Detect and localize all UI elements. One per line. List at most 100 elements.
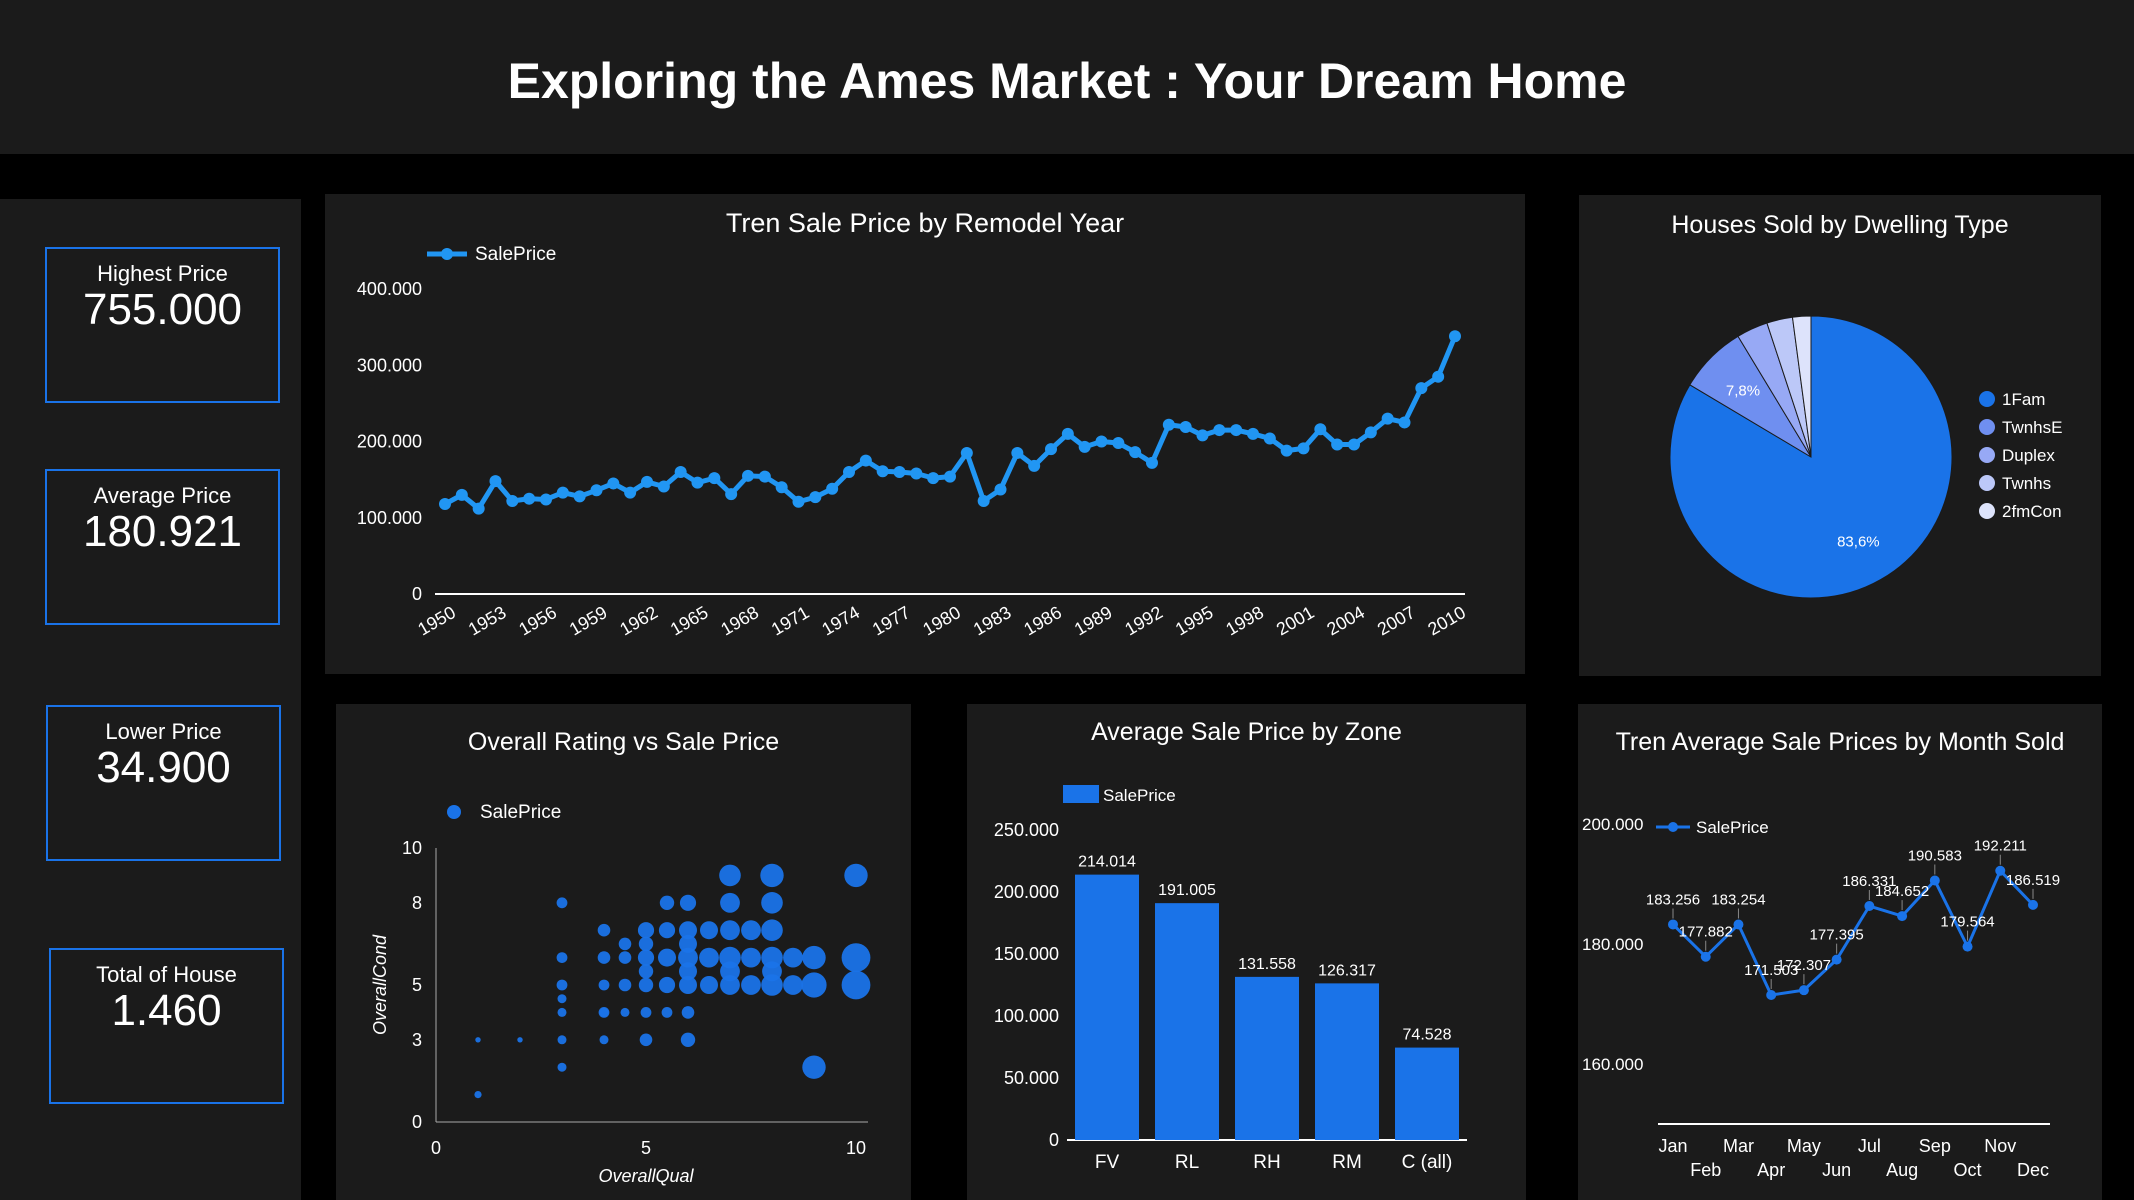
data-point <box>1061 427 1074 440</box>
data-point <box>474 1091 482 1099</box>
data-point <box>700 921 718 940</box>
legend-label: 1Fam <box>2002 390 2045 409</box>
kpi-value: 755.000 <box>82 285 243 334</box>
x-tick-label: 1995 <box>1172 602 1217 639</box>
x-tick-label: 10 <box>846 1138 866 1158</box>
data-point <box>809 491 822 504</box>
data-label: 179.564 <box>1940 914 1994 931</box>
data-point <box>801 972 827 998</box>
bar-value-label: 214.014 <box>1078 854 1136 871</box>
month-chart-panel: Tren Average Sale Prices by Month Sold 1… <box>1578 704 2102 1200</box>
data-point <box>679 934 697 953</box>
data-point <box>844 863 868 888</box>
y-tick-label: 10 <box>402 838 422 858</box>
x-tick-label: C (all) <box>1402 1152 1453 1173</box>
data-point <box>1162 418 1175 431</box>
y-tick-label: 300.000 <box>357 355 422 375</box>
data-label: 177.395 <box>1810 927 1864 944</box>
x-tick-label: 1986 <box>1020 602 1065 639</box>
x-tick-label: 1977 <box>869 602 914 639</box>
data-point <box>1263 432 1276 445</box>
x-tick-label: FV <box>1095 1152 1120 1173</box>
data-point <box>761 892 783 914</box>
data-point <box>1129 446 1142 459</box>
data-point <box>557 1007 567 1017</box>
data-point <box>691 476 704 489</box>
x-tick-label: 1974 <box>818 602 863 639</box>
y-tick-label: 0 <box>1049 1130 1059 1150</box>
data-point <box>540 493 552 506</box>
data-point <box>802 1055 826 1079</box>
data-point <box>1415 382 1428 395</box>
kpi-total-houses: Total of House 1.460 <box>49 948 284 1104</box>
data-point <box>640 1007 652 1018</box>
x-tick-label: Jan <box>1658 1136 1687 1156</box>
y-axis-title: OverallCond <box>370 934 390 1035</box>
y-tick-label: 5 <box>412 975 422 995</box>
data-point <box>638 964 654 979</box>
x-tick-label: 1992 <box>1121 602 1166 639</box>
data-point <box>944 470 956 483</box>
data-point <box>1078 440 1091 453</box>
kpi-label: Lower Price <box>105 719 222 744</box>
data-point <box>618 978 632 992</box>
data-point <box>624 486 637 499</box>
data-point <box>741 947 761 968</box>
dashboard-title: Exploring the Ames Market : Your Dream H… <box>507 53 1627 109</box>
data-point <box>455 488 468 501</box>
data-point <box>523 492 536 505</box>
data-point <box>637 922 655 939</box>
data-point <box>659 895 675 910</box>
data-point <box>720 892 740 913</box>
data-point <box>681 1006 695 1019</box>
data-label: 172.307 <box>1777 957 1831 974</box>
legend-label: Duplex <box>2002 446 2055 465</box>
data-point <box>1297 442 1310 455</box>
x-tick-label: 1950 <box>414 602 459 639</box>
data-point <box>1929 875 1940 886</box>
legend-label: SalePrice <box>480 802 561 823</box>
data-label: 186.519 <box>2006 872 2060 889</box>
y-tick-label: 100.000 <box>994 1006 1059 1026</box>
x-tick-label: Aug <box>1886 1160 1918 1180</box>
kpi-highest-price: Highest Price 755.000 <box>45 247 280 403</box>
x-tick-label: 0 <box>431 1138 441 1158</box>
data-point <box>556 897 568 909</box>
bar-fv <box>1075 874 1139 1140</box>
remodel-chart-panel: Tren Sale Price by Remodel Year 0 100.000… <box>325 194 1525 674</box>
data-label: 190.583 <box>1908 848 1962 865</box>
data-point <box>517 1037 523 1043</box>
data-point <box>1449 330 1461 343</box>
data-point <box>1364 426 1377 439</box>
x-tick-label: Apr <box>1757 1160 1785 1180</box>
data-point <box>599 1035 609 1045</box>
data-point <box>775 481 788 494</box>
legend-marker <box>1979 391 1995 407</box>
data-point <box>960 446 973 459</box>
rating-chart-panel: Overall Rating vs Sale Price 0 3 5 8 10 0 5 10 O… <box>336 704 911 1200</box>
x-tick-label: 1962 <box>616 602 661 639</box>
data-point <box>618 937 632 951</box>
x-tick-label: 1989 <box>1071 602 1116 639</box>
y-tick-label: 200.000 <box>1582 815 1643 834</box>
data-point <box>719 864 741 887</box>
legend-label: TwnhsE <box>2002 418 2062 437</box>
data-point <box>661 1007 673 1018</box>
kpi-value: 1.460 <box>111 986 222 1035</box>
zone-bar-chart: 0 50.000 100.000 150.000 200.000 250.000 214.0… <box>994 785 1467 1173</box>
x-tick-label: Mar <box>1723 1136 1754 1156</box>
data-point <box>1897 911 1908 922</box>
kpi-lower-price: Lower Price 34.900 <box>46 705 281 861</box>
data-point <box>439 498 451 511</box>
y-tick-label: 50.000 <box>1004 1068 1059 1088</box>
y-tick-label: 180.000 <box>1582 935 1643 954</box>
data-point <box>841 943 871 972</box>
x-tick-label: RL <box>1175 1152 1199 1173</box>
data-point <box>599 1007 609 1017</box>
data-point <box>641 475 653 488</box>
data-point <box>1247 427 1259 440</box>
data-point <box>1331 438 1344 451</box>
kpi-value: 34.900 <box>96 743 231 792</box>
data-point <box>598 979 610 991</box>
saleprice-line <box>443 335 1458 512</box>
